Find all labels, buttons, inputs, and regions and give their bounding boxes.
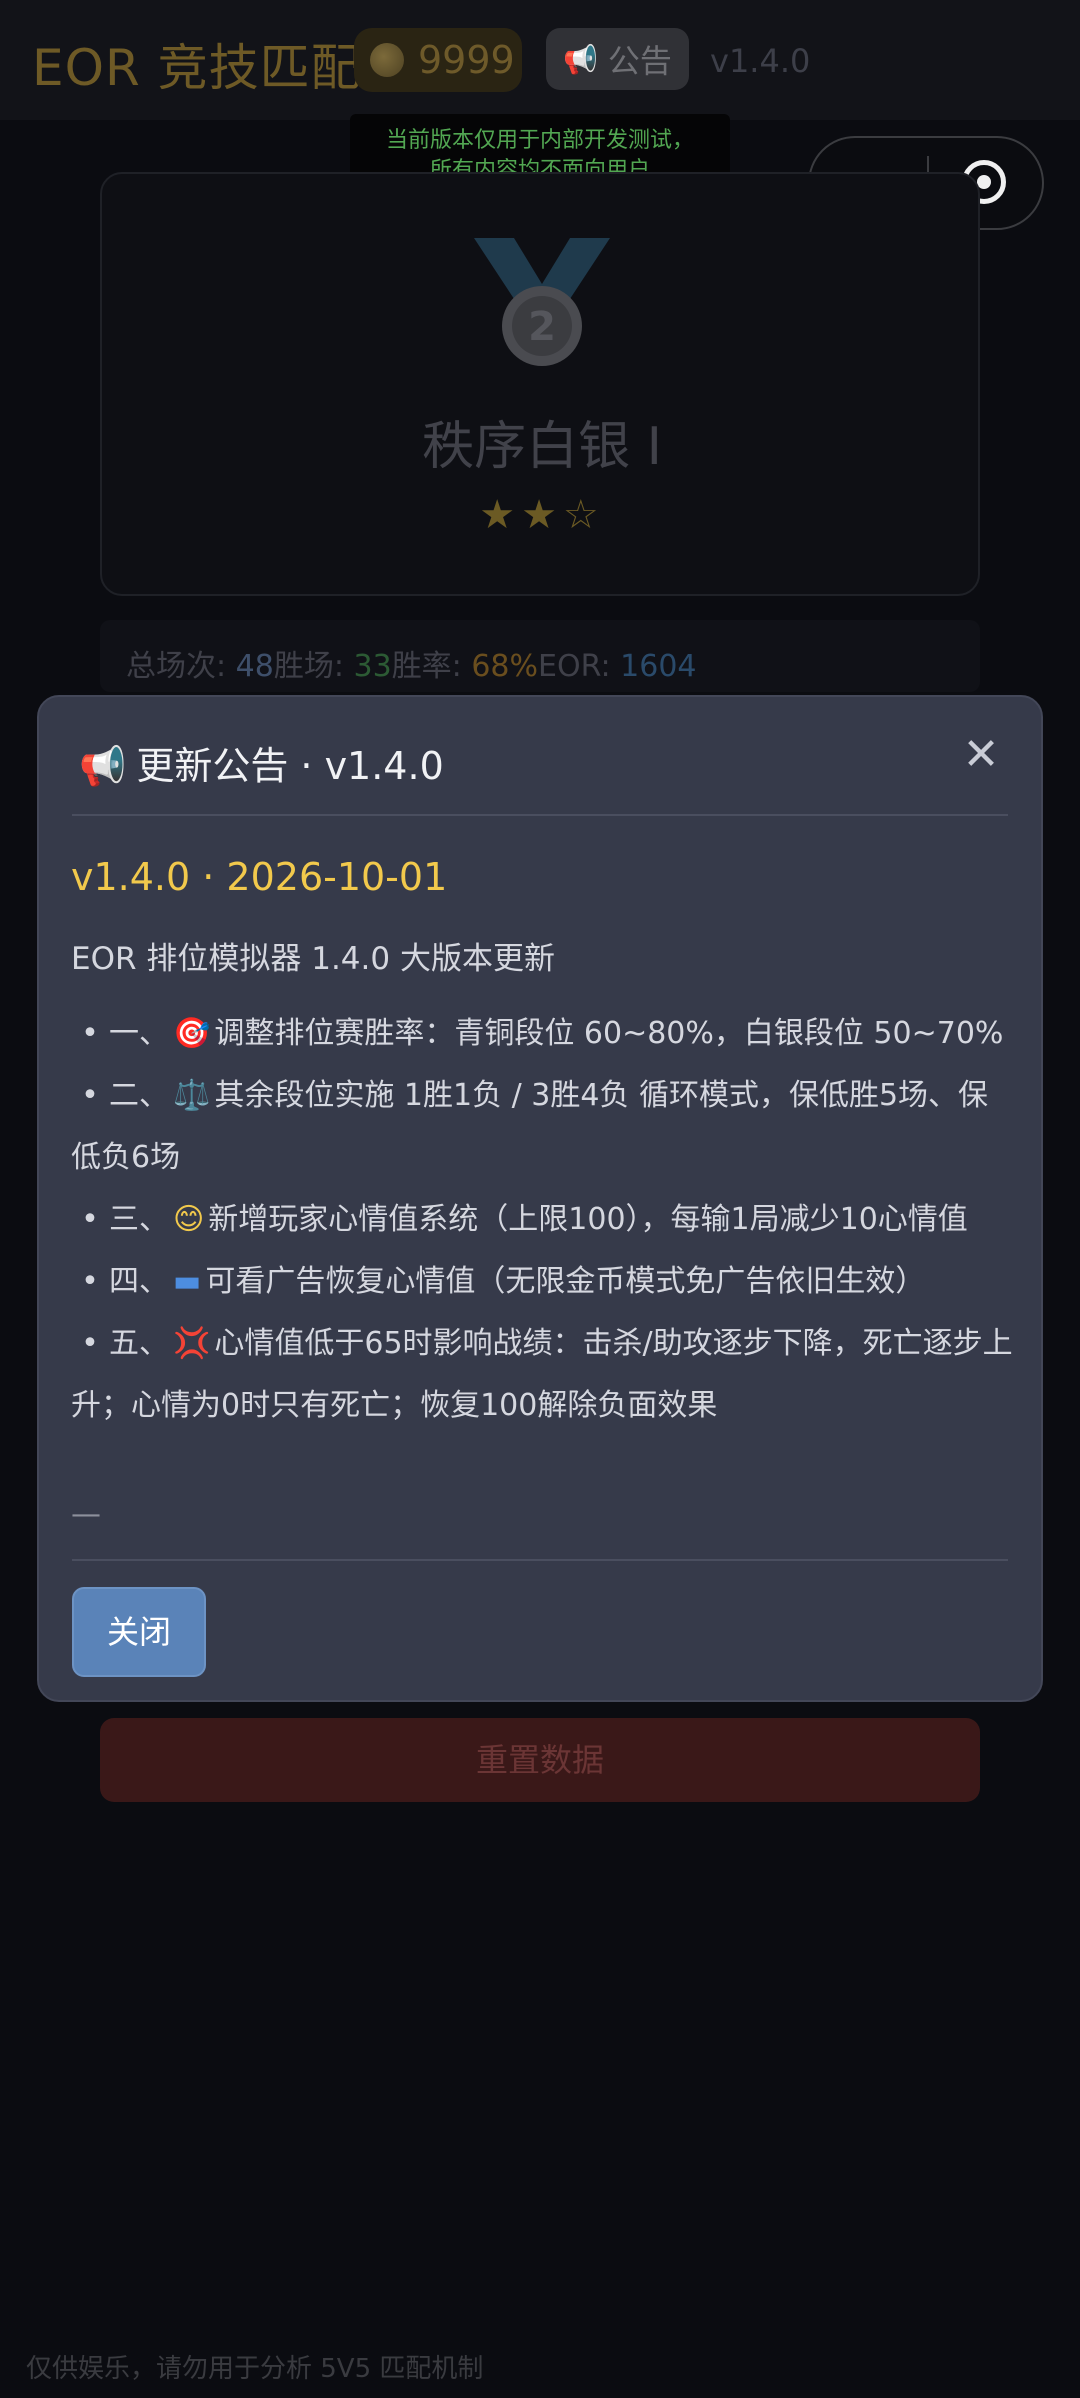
modal-divider-bottom [72, 1559, 1008, 1561]
modal-title-text: 更新公告 · v1.4.0 [136, 744, 444, 788]
update-item: • 一、 🎯 调整排位赛胜率：青铜段位 60~80%，白银段位 50~70% [71, 1003, 1015, 1065]
scale-icon: ⚖️ [173, 1078, 211, 1113]
rank-stars: ★★☆ [479, 492, 605, 538]
silver-medal-icon: 2 [474, 238, 610, 366]
megaphone-icon: 📢 [563, 42, 598, 76]
update-item-prefix: 三、 [109, 1202, 169, 1237]
modal-divider-top [72, 814, 1008, 816]
coin-value: 9999 [418, 38, 515, 82]
announcement-label: 公告 [607, 42, 672, 80]
update-item: • 二、 ⚖️ 其余段位实施 1胜1负 / 3胜4负 循环模式，保低胜5场、保低负6场 [71, 1065, 1015, 1189]
total-games-value: 48 [235, 649, 274, 684]
close-button[interactable]: 关闭 [72, 1587, 206, 1677]
smile-icon: 😊 [173, 1202, 205, 1237]
app-screen: EOR 竞技匹配 9999 📢 公告 v1.4.0 当前版本仅用于内部开发测试，… [0, 0, 1080, 2398]
reset-data-button[interactable]: 重置数据 [100, 1718, 980, 1802]
separator-dash: — [71, 1497, 101, 1532]
update-item-prefix: 二、 [109, 1078, 169, 1113]
target-icon: 🎯 [173, 1016, 211, 1051]
medal-number: 2 [528, 304, 556, 350]
update-item: • 五、 💢 心情值低于65时影响战绩：击杀/助攻逐步下降，死亡逐步上升；心情为0时只… [71, 1313, 1015, 1437]
update-item-text: 调整排位赛胜率：青铜段位 60~80%，白银段位 50~70% [214, 1016, 1004, 1051]
stats-row: 总场次: 48胜场: 33胜率: 68%EOR: 1604 [100, 620, 980, 692]
app-title: EOR 竞技匹配 [32, 39, 362, 97]
bullet-dot: • [81, 1326, 99, 1361]
win-rate-value: 68% [471, 649, 539, 684]
update-item-prefix: 一、 [109, 1016, 169, 1051]
announcement-modal: 📢 更新公告 · v1.4.0 ✕ v1.4.0 · 2026-10-01 EOR… [37, 695, 1043, 1702]
bullet-dot: • [81, 1078, 99, 1113]
footer-disclaimer: 仅供娱乐，请勿用于分析 5V5 匹配机制 [26, 2354, 484, 2384]
eor-value: 1604 [620, 649, 697, 684]
rank-card: 2 秩序白银 I ★★☆ [100, 172, 980, 596]
update-item: • 三、 😊 新增玩家心情值系统（上限100），每输1局减少10心情值 [71, 1189, 1015, 1251]
bullet-dot: • [81, 1202, 99, 1237]
update-item-prefix: 五、 [109, 1326, 169, 1361]
ad-icon: ▬ [173, 1264, 202, 1299]
eor-label: EOR: [538, 649, 621, 684]
modal-header: 📢 更新公告 · v1.4.0 ✕ [39, 697, 1041, 817]
wins-label: 胜场: [273, 649, 354, 684]
total-games-label: 总场次: [126, 649, 236, 684]
megaphone-icon: 📢 [79, 744, 127, 788]
coin-balance[interactable]: 9999 [354, 28, 522, 92]
close-icon[interactable]: ✕ [961, 733, 1001, 777]
announcement-button[interactable]: 📢 公告 [546, 28, 689, 90]
update-item-text: 新增玩家心情值系统（上限100），每输1局减少10心情值 [208, 1202, 968, 1237]
version-date-line: v1.4.0 · 2026-10-01 [71, 855, 448, 899]
rank-name: 秩序白银 I [422, 417, 662, 477]
top-bar: EOR 竞技匹配 9999 📢 公告 v1.4.0 [0, 0, 1080, 120]
anger-icon: 💢 [173, 1326, 211, 1361]
update-item: • 四、 ▬ 可看广告恢复心情值（无限金币模式免广告依旧生效） [71, 1251, 1015, 1313]
dev-notice-line-1: 当前版本仅用于内部开发测试， [385, 128, 694, 153]
update-summary: EOR 排位模拟器 1.4.0 大版本更新 [71, 941, 555, 977]
bullet-dot: • [81, 1016, 99, 1051]
update-item-text: 可看广告恢复心情值（无限金币模式免广告依旧生效） [205, 1264, 926, 1299]
win-rate-label: 胜率: [391, 649, 472, 684]
modal-title: 📢 更新公告 · v1.4.0 [79, 735, 444, 790]
bullet-dot: • [81, 1264, 99, 1299]
version-label: v1.4.0 [710, 42, 811, 80]
update-list: • 一、 🎯 调整排位赛胜率：青铜段位 60~80%，白银段位 50~70% • 二、 ⚖️… [71, 1003, 1015, 1437]
coin-icon [370, 43, 404, 77]
update-item-text: 心情值低于65时影响战绩：击杀/助攻逐步下降，死亡逐步上升；心情为0时只有死亡；… [71, 1326, 1013, 1423]
update-item-prefix: 四、 [109, 1264, 169, 1299]
wins-value: 33 [353, 649, 392, 684]
